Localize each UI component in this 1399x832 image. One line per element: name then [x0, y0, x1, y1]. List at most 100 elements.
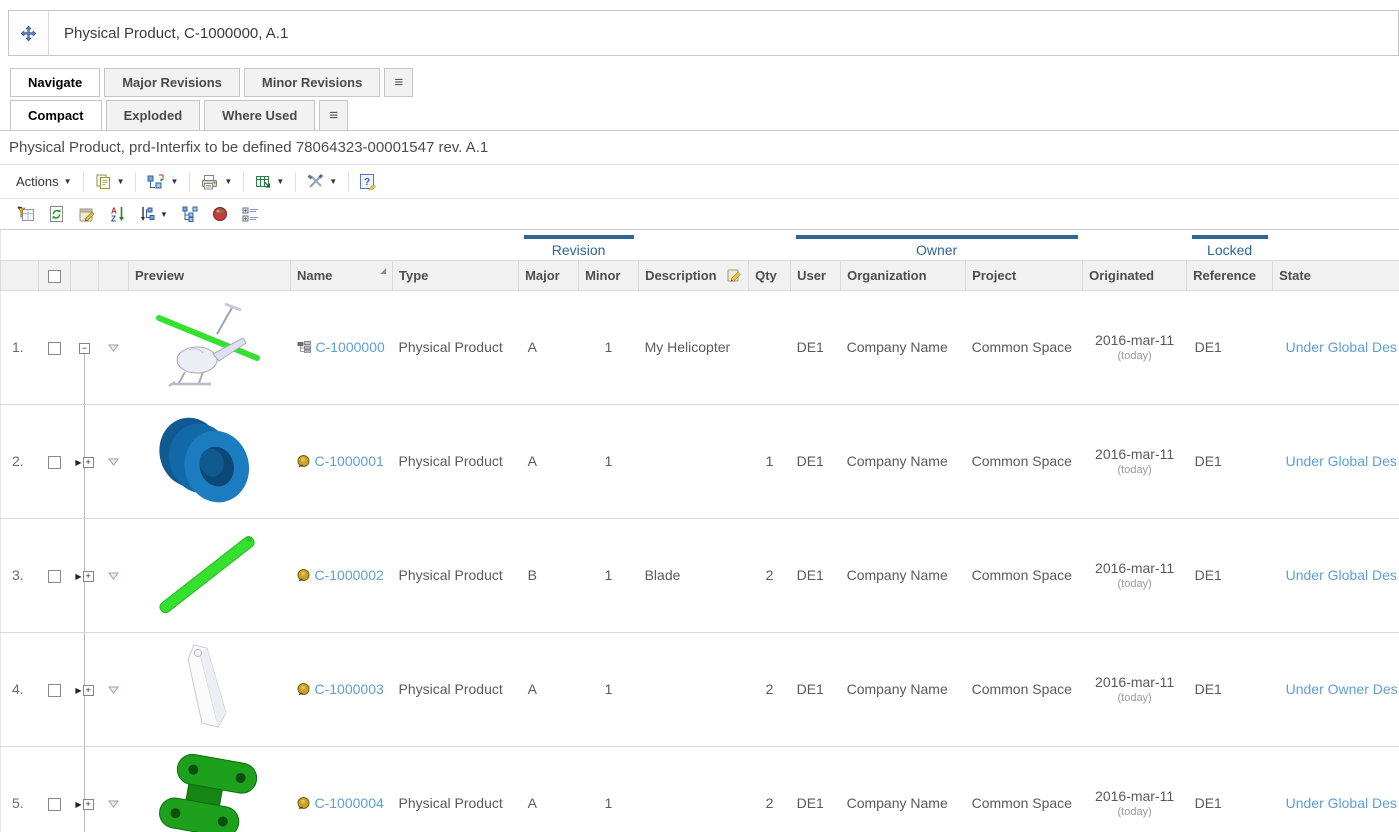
primary-tab-bar: Navigate Major Revisions Minor Revisions… [10, 68, 1399, 97]
row-menu-icon[interactable] [108, 458, 119, 466]
state-link[interactable]: Under Global Des [1286, 453, 1397, 469]
cell-qty: 1 [749, 404, 791, 518]
primary-tab-overflow-menu[interactable]: ≡ [384, 68, 413, 97]
secondary-tab-overflow-menu[interactable]: ≡ [319, 100, 348, 130]
blade-3d-preview [145, 524, 275, 624]
preview-thumbnail[interactable] [129, 632, 291, 746]
state-link[interactable]: Under Global Des [1286, 567, 1397, 583]
header-originated[interactable]: Originated [1083, 260, 1187, 290]
filter-button[interactable] [10, 203, 42, 225]
structure-compare-button[interactable]: ▼ [141, 171, 184, 193]
state-link[interactable]: Under Owner Des [1286, 681, 1398, 697]
tools-button[interactable]: ▼ [301, 171, 343, 192]
column-group-header-row: Revision Owner Locked [1, 230, 1399, 260]
row-checkbox[interactable] [48, 570, 61, 583]
row-checkbox[interactable] [48, 456, 61, 469]
export-table-button[interactable]: ▼ [249, 171, 290, 192]
visualization-button[interactable] [205, 203, 235, 225]
row-checkbox[interactable] [48, 342, 61, 355]
state-link[interactable]: Under Global Des [1286, 339, 1397, 355]
cell-minor: 1 [579, 746, 639, 832]
actions-label: Actions [16, 174, 59, 189]
copy-button[interactable]: ▼ [89, 171, 131, 193]
edit-column-icon [727, 268, 742, 282]
expand-node-icon[interactable]: + [83, 457, 94, 468]
cell-minor: 1 [579, 632, 639, 746]
header-reference[interactable]: Reference [1187, 260, 1273, 290]
cell-description: My Helicopter [639, 290, 749, 404]
edit-button[interactable] [72, 204, 103, 225]
preview-thumbnail[interactable] [129, 404, 291, 518]
chevron-down-icon: ▼ [117, 177, 125, 186]
preview-thumbnail[interactable] [129, 746, 291, 832]
header-menu [99, 260, 129, 290]
header-project[interactable]: Project [966, 260, 1083, 290]
item-name-link[interactable]: C-1000002 [315, 567, 384, 583]
tab-major-revisions[interactable]: Major Revisions [104, 68, 240, 97]
item-name-link[interactable]: C-1000004 [315, 795, 384, 811]
row-menu-icon[interactable] [108, 686, 119, 694]
row-number: 3. [1, 518, 39, 632]
sort-order-button[interactable]: ▼ [133, 203, 175, 225]
cell-minor: 1 [579, 404, 639, 518]
cell-organization: Company Name [841, 518, 966, 632]
header-description[interactable]: Description [639, 260, 749, 290]
expand-node-icon: ▶ [75, 572, 81, 581]
print-button[interactable]: ▼ [195, 171, 238, 193]
header-name[interactable]: Name◢ [291, 260, 393, 290]
row-menu-icon[interactable] [108, 572, 119, 580]
item-name-link[interactable]: C-1000001 [315, 453, 384, 469]
move-compass-icon[interactable] [9, 11, 49, 55]
refresh-icon [49, 206, 65, 222]
tab-minor-revisions[interactable]: Minor Revisions [244, 68, 380, 97]
header-major[interactable]: Major [519, 260, 579, 290]
cell-organization: Company Name [841, 404, 966, 518]
header-preview[interactable]: Preview [129, 260, 291, 290]
row-number: 4. [1, 632, 39, 746]
item-name-link[interactable]: C-1000003 [315, 681, 384, 697]
sort-az-button[interactable]: A Z [103, 203, 133, 225]
toolbar-separator [243, 172, 244, 192]
row-checkbox[interactable] [48, 684, 61, 697]
sort-az-icon: A Z [110, 206, 126, 222]
details-view-button[interactable] [235, 204, 266, 225]
row-menu-icon[interactable] [108, 800, 119, 808]
expand-node-icon[interactable]: + [83, 685, 94, 696]
preview-thumbnail[interactable] [129, 290, 291, 404]
expand-node-icon[interactable]: + [83, 571, 94, 582]
help-button[interactable]: ? [354, 171, 382, 193]
refresh-button[interactable] [42, 203, 72, 225]
state-link[interactable]: Under Global Des [1286, 795, 1397, 811]
originated-note: (today) [1089, 806, 1181, 818]
preview-thumbnail[interactable] [129, 518, 291, 632]
select-all-checkbox[interactable] [48, 270, 61, 283]
header-organization[interactable]: Organization [841, 260, 966, 290]
cell-qty: 2 [749, 746, 791, 832]
toolbar-separator [348, 172, 349, 192]
expand-node-icon[interactable]: + [83, 799, 94, 810]
header-row-number [1, 260, 39, 290]
cell-type: Physical Product [393, 518, 519, 632]
header-qty[interactable]: Qty [749, 260, 791, 290]
row-checkbox[interactable] [48, 798, 61, 811]
tab-compact[interactable]: Compact [10, 100, 102, 130]
header-minor[interactable]: Minor [579, 260, 639, 290]
expand-all-button[interactable] [175, 203, 205, 225]
chevron-down-icon: ▼ [329, 177, 337, 186]
header-select-all[interactable] [39, 260, 71, 290]
toolbar-separator [135, 172, 136, 192]
row-menu-icon[interactable] [108, 344, 119, 352]
svg-text:?: ? [364, 177, 370, 188]
tab-where-used[interactable]: Where Used [204, 100, 315, 130]
originated-note: (today) [1089, 692, 1181, 704]
actions-menu-button[interactable]: Actions ▼ [10, 171, 78, 192]
tab-exploded[interactable]: Exploded [106, 100, 201, 130]
header-type[interactable]: Type [393, 260, 519, 290]
tab-navigate[interactable]: Navigate [10, 68, 100, 97]
cell-description: Blade [639, 518, 749, 632]
collapse-node-icon[interactable]: − [79, 343, 90, 354]
item-name-link[interactable]: C-1000000 [316, 339, 385, 355]
header-user[interactable]: User [791, 260, 841, 290]
header-state[interactable]: State [1273, 260, 1399, 290]
cell-originated: 2016-mar-11 (today) [1083, 518, 1187, 632]
